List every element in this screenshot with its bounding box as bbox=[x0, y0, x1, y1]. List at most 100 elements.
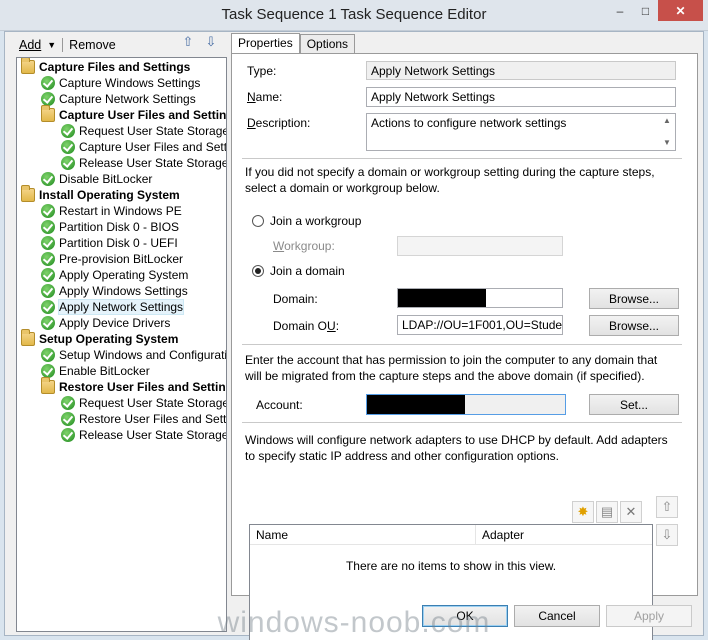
tab-options[interactable]: Options bbox=[299, 34, 356, 54]
set-account-button[interactable]: Set... bbox=[589, 394, 679, 415]
join-workgroup-label[interactable]: Join a workgroup bbox=[270, 214, 361, 228]
join-workgroup-radio[interactable] bbox=[252, 215, 264, 227]
minimize-button[interactable]: – bbox=[607, 0, 633, 21]
watermark: windows-noob.com bbox=[217, 606, 491, 639]
check-icon bbox=[41, 348, 55, 362]
tree-item-label: Install Operating System bbox=[39, 188, 180, 202]
remove-button[interactable]: Remove bbox=[69, 38, 116, 52]
tree-item[interactable]: Partition Disk 0 - UEFI bbox=[41, 235, 178, 251]
tree-item[interactable]: Apply Network Settings bbox=[41, 299, 185, 315]
tree-item-label: Restore User Files and Settings bbox=[79, 412, 227, 426]
tree-item[interactable]: Disable BitLocker bbox=[41, 171, 152, 187]
check-icon bbox=[41, 204, 55, 218]
tree-item[interactable]: Partition Disk 0 - BIOS bbox=[41, 219, 179, 235]
tree-item[interactable]: Enable BitLocker bbox=[41, 363, 150, 379]
close-button[interactable]: ✕ bbox=[658, 0, 703, 21]
tree-item[interactable]: Apply Device Drivers bbox=[41, 315, 170, 331]
properties-panel: Type: Apply Network Settings Name: Apply… bbox=[231, 53, 698, 640]
empty-list-message: There are no items to show in this view. bbox=[345, 559, 557, 573]
name-input[interactable]: Apply Network Settings bbox=[366, 87, 676, 107]
type-value: Apply Network Settings bbox=[366, 61, 676, 80]
check-icon bbox=[61, 428, 75, 442]
account-label: Account: bbox=[256, 398, 303, 412]
tree-item-label: Request User State Storage bbox=[79, 396, 227, 410]
tree-item[interactable]: Release User State Storage bbox=[61, 155, 227, 171]
move-up-icon[interactable]: ⇧ bbox=[180, 34, 196, 50]
tree-item-label: Restore User Files and Settings bbox=[59, 380, 227, 394]
new-adapter-icon[interactable]: ✸ bbox=[572, 501, 594, 523]
check-icon bbox=[41, 284, 55, 298]
workgroup-label: Workgroup: bbox=[273, 239, 335, 253]
tree-item[interactable]: Request User State Storage bbox=[61, 395, 227, 411]
check-icon bbox=[41, 76, 55, 90]
tree-item[interactable]: Apply Windows Settings bbox=[41, 283, 188, 299]
folder-icon bbox=[41, 377, 55, 394]
tree-item[interactable]: Setup Windows and Configuration bbox=[41, 347, 227, 363]
toolbar-divider bbox=[62, 38, 64, 52]
tab-properties[interactable]: Properties bbox=[231, 33, 300, 54]
scroll-up-icon[interactable]: ▲ bbox=[663, 116, 671, 125]
folder-icon bbox=[21, 185, 35, 202]
adapter-column-header[interactable]: Adapter bbox=[482, 528, 524, 542]
maximize-button[interactable]: □ bbox=[633, 0, 658, 21]
move-up-icon[interactable]: ⇧ bbox=[656, 496, 678, 518]
workgroup-input[interactable] bbox=[397, 236, 563, 256]
description-input[interactable]: Actions to configure network settings bbox=[366, 113, 676, 151]
tree-item-label: Release User State Storage bbox=[79, 156, 227, 170]
name-column-header[interactable]: Name bbox=[256, 528, 288, 542]
window-title: Task Sequence 1 Task Sequence Editor bbox=[221, 6, 487, 23]
domain-ou-input[interactable]: LDAP://OU=1F001,OU=Student,O bbox=[397, 315, 563, 335]
check-icon bbox=[41, 252, 55, 266]
tree-item[interactable]: Apply Operating System bbox=[41, 267, 188, 283]
tree-item-label: Request User State Storage bbox=[79, 124, 227, 138]
tree-item-label: Pre-provision BitLocker bbox=[59, 252, 184, 266]
check-icon bbox=[41, 316, 55, 330]
tree-item[interactable]: Capture User Files and Settings bbox=[41, 105, 226, 123]
tree-item[interactable]: Restore User Files and Settings bbox=[61, 411, 227, 427]
tree-item-label: Capture Files and Settings bbox=[39, 60, 191, 74]
properties-icon[interactable]: ▤ bbox=[596, 501, 618, 523]
tree-item[interactable]: Release User State Storage bbox=[61, 427, 226, 443]
check-icon bbox=[41, 236, 55, 250]
tree-item-label: Enable BitLocker bbox=[59, 364, 150, 378]
tree-item-label: Setup Windows and Configuration bbox=[59, 348, 227, 362]
check-icon bbox=[61, 412, 75, 426]
folder-icon bbox=[41, 105, 55, 122]
type-label: Type: bbox=[247, 64, 277, 78]
name-label: Name: bbox=[247, 90, 283, 104]
domain-instructions: If you did not specify a domain or workg… bbox=[245, 165, 655, 195]
list-header: Name Adapter bbox=[250, 525, 652, 545]
tree-item[interactable]: Capture Network Settings bbox=[41, 91, 196, 107]
scroll-down-icon[interactable]: ▼ bbox=[663, 138, 671, 147]
chevron-down-icon[interactable]: ▼ bbox=[47, 40, 56, 50]
move-down-icon[interactable]: ⇩ bbox=[203, 34, 219, 50]
tree-item[interactable]: Setup Operating System bbox=[21, 329, 178, 347]
tree-item[interactable]: Capture User Files and Settings bbox=[61, 139, 226, 155]
task-sequence-tree[interactable]: Capture Files and Settings Capture Window… bbox=[16, 57, 227, 632]
check-icon bbox=[61, 156, 75, 170]
domain-ou-browse-button[interactable]: Browse... bbox=[589, 315, 679, 336]
column-divider bbox=[475, 525, 476, 545]
title-bar: Task Sequence 1 Task Sequence Editor – □… bbox=[0, 0, 708, 31]
tree-item-label: Capture Network Settings bbox=[59, 92, 196, 106]
add-menu-button[interactable]: Add bbox=[15, 38, 45, 52]
tree-item[interactable]: Capture Files and Settings bbox=[21, 58, 191, 75]
tree-item-label: Apply Operating System bbox=[59, 268, 189, 282]
tree-item[interactable]: Install Operating System bbox=[21, 185, 180, 203]
tree-item[interactable]: Capture Windows Settings bbox=[41, 75, 200, 91]
delete-icon[interactable]: ✕ bbox=[620, 501, 642, 523]
tree-item[interactable]: Restore User Files and Settings bbox=[41, 377, 227, 395]
domain-browse-button[interactable]: Browse... bbox=[589, 288, 679, 309]
join-domain-label[interactable]: Join a domain bbox=[270, 264, 345, 278]
join-domain-radio[interactable] bbox=[252, 265, 264, 277]
tree-item-label: Apply Network Settings bbox=[57, 299, 185, 315]
tree-item[interactable]: Pre-provision BitLocker bbox=[41, 251, 183, 267]
tree-item[interactable]: Restart in Windows PE bbox=[41, 203, 182, 219]
check-icon bbox=[61, 124, 75, 138]
redacted-block bbox=[367, 395, 465, 414]
tree-item-label: Apply Windows Settings bbox=[59, 284, 188, 298]
divider bbox=[242, 422, 682, 423]
tree-item[interactable]: Request User State Storage bbox=[61, 123, 227, 139]
tree-item-label: Disable BitLocker bbox=[59, 172, 153, 186]
move-down-icon[interactable]: ⇩ bbox=[656, 524, 678, 546]
